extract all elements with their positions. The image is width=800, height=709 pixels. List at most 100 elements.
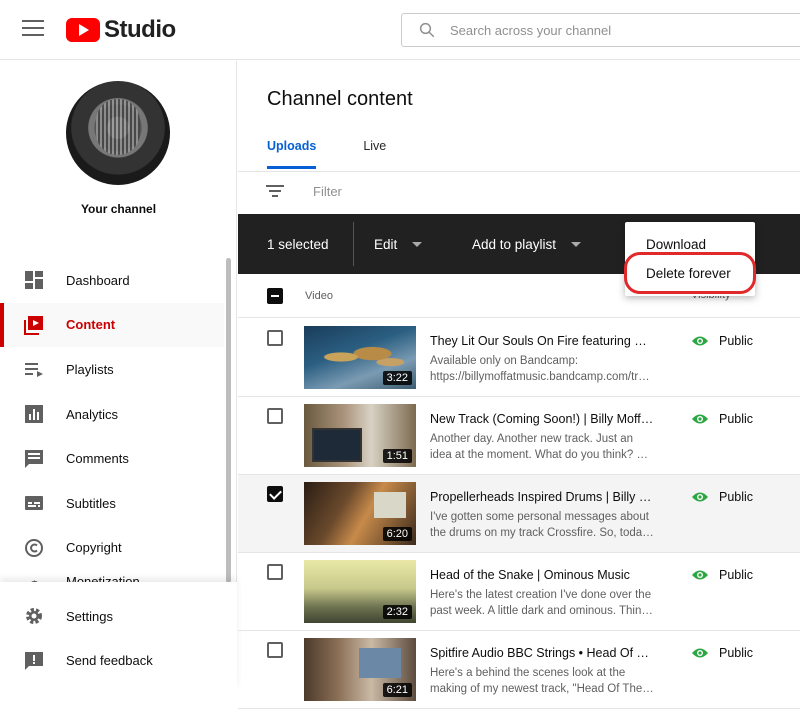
sidebar-item-label: Playlists — [66, 361, 114, 377]
filter-input[interactable]: Filter — [313, 184, 342, 199]
video-thumbnail[interactable]: 3:22 — [304, 326, 416, 389]
sidebar-item-content[interactable]: Content — [0, 302, 224, 348]
column-header-video[interactable]: Video — [305, 290, 333, 302]
eye-icon — [692, 492, 708, 502]
video-duration: 1:51 — [382, 449, 412, 463]
sidebar-item-label: Analytics — [66, 406, 119, 422]
sidebar-item-analytics[interactable]: Analytics — [0, 392, 224, 437]
visibility-status[interactable]: Public — [691, 412, 753, 426]
search-box[interactable] — [401, 13, 800, 47]
select-all-checkbox[interactable] — [267, 287, 283, 304]
sidebar-nav: Dashboard Content Playlists Analytics Co… — [0, 258, 224, 592]
channel-avatar[interactable] — [66, 81, 170, 185]
video-thumbnail[interactable]: 6:20 — [304, 482, 416, 545]
sidebar-item-settings[interactable]: Settings — [0, 594, 237, 639]
description-line: past week. A little dark and ominous. Th… — [430, 605, 654, 617]
sidebar-item-label: Comments — [66, 451, 129, 467]
video-list: 3:22 They Lit Our Souls On Fire featurin… — [238, 319, 800, 709]
sidebar-item-send-feedback[interactable]: Send feedback — [0, 639, 237, 684]
row-checkbox[interactable] — [267, 564, 283, 580]
hamburger-menu-icon[interactable] — [22, 20, 44, 38]
video-title[interactable]: New Track (Coming Soon!) | Billy Moffat … — [430, 412, 654, 426]
visibility-status[interactable]: Public — [691, 646, 753, 660]
video-thumbnail[interactable]: 1:51 — [304, 404, 416, 467]
video-title[interactable]: They Lit Our Souls On Fire featuring Mik… — [430, 334, 654, 348]
table-row[interactable]: 1:51 New Track (Coming Soon!) | Billy Mo… — [238, 397, 800, 475]
sidebar-bottom: Settings Send feedback — [0, 582, 237, 690]
row-checkbox[interactable] — [267, 330, 283, 346]
selected-count: 1 selected — [267, 236, 329, 252]
menu-item-download[interactable]: Download — [625, 230, 755, 259]
youtube-play-icon — [66, 18, 100, 42]
feedback-icon — [22, 649, 46, 673]
chevron-down-icon — [412, 241, 423, 247]
playlists-icon — [22, 357, 46, 381]
sidebar-item-copyright[interactable]: Copyright — [0, 526, 224, 571]
description-line: I've gotten some personal messages about — [430, 511, 649, 523]
visibility-label: Public — [719, 334, 754, 348]
visibility-label: Public — [719, 568, 754, 582]
sidebar: Your channel Dashboard Content Playlists… — [0, 61, 237, 690]
eye-icon — [692, 648, 708, 658]
edit-label: Edit — [374, 236, 398, 252]
visibility-label: Public — [719, 490, 754, 504]
gear-icon — [22, 604, 46, 628]
visibility-status[interactable]: Public — [691, 334, 753, 348]
menu-item-delete-forever[interactable]: Delete forever — [625, 259, 755, 288]
row-checkbox[interactable] — [267, 408, 283, 424]
visibility-status[interactable]: Public — [691, 568, 753, 582]
table-row[interactable]: 3:22 They Lit Our Souls On Fire featurin… — [238, 319, 800, 397]
sidebar-item-label: Copyright — [66, 540, 122, 556]
search-input[interactable] — [450, 22, 770, 38]
tab-uploads[interactable]: Uploads — [267, 139, 317, 169]
video-description: Available only on Bandcamp: https://billy… — [430, 353, 654, 385]
visibility-status[interactable]: Public — [691, 490, 753, 504]
studio-logo[interactable]: Studio — [66, 16, 176, 44]
description-line: https://billymoffatmusic.bandcamp.com/tr… — [430, 371, 654, 383]
sidebar-item-label: Content — [66, 317, 116, 333]
sidebar-item-playlists[interactable]: Playlists — [0, 347, 224, 392]
table-row[interactable]: 6:20 Propellerheads Inspired Drums | Bil… — [238, 475, 800, 553]
visibility-label: Public — [719, 646, 754, 660]
sidebar-item-dashboard[interactable]: Dashboard — [0, 258, 224, 303]
sidebar-item-subtitles[interactable]: Subtitles — [0, 481, 224, 526]
filter-bar[interactable]: Filter — [265, 183, 342, 199]
video-duration: 2:32 — [382, 605, 412, 619]
video-description: Here's a behind the scenes look at the ma… — [430, 665, 654, 697]
sidebar-item-label: Dashboard — [66, 272, 130, 288]
tab-live[interactable]: Live — [363, 139, 386, 169]
eye-icon — [692, 570, 708, 580]
sidebar-item-comments[interactable]: Comments — [0, 436, 224, 481]
description-line: Available only on Bandcamp: — [430, 355, 579, 367]
page-title: Channel content — [267, 88, 413, 110]
add-to-playlist-label: Add to playlist — [472, 236, 557, 252]
content-tabs: Uploads Live — [267, 139, 433, 169]
add-to-playlist-button[interactable]: Add to playlist — [472, 236, 582, 252]
row-checkbox[interactable] — [267, 486, 283, 502]
top-bar: Studio — [0, 0, 800, 60]
table-row[interactable]: 6:21 Spitfire Audio BBC Strings • Head O… — [238, 631, 800, 709]
dashboard-icon — [22, 268, 46, 292]
video-title[interactable]: Head of the Snake | Ominous Music — [430, 568, 654, 582]
video-description: Another day. Another new track. Just an i… — [430, 431, 654, 463]
video-description: Here's the latest creation I've done ove… — [430, 587, 654, 619]
video-thumbnail[interactable]: 2:32 — [304, 560, 416, 623]
description-line: Here's the latest creation I've done ove… — [430, 589, 652, 601]
main-content: Channel content Uploads Live Filter 1 se… — [238, 61, 800, 709]
sidebar-item-label: Settings — [66, 608, 113, 624]
search-icon — [419, 22, 435, 38]
analytics-icon — [22, 402, 46, 426]
video-thumbnail[interactable]: 6:21 — [304, 638, 416, 701]
row-checkbox[interactable] — [267, 642, 283, 658]
video-title[interactable]: Spitfire Audio BBC Strings • Head Of The… — [430, 646, 654, 660]
visibility-label: Public — [719, 412, 754, 426]
video-duration: 6:20 — [382, 527, 412, 541]
channel-label: Your channel — [80, 202, 157, 216]
video-title[interactable]: Propellerheads Inspired Drums | Billy Mo… — [430, 490, 654, 504]
logo-text: Studio — [104, 16, 176, 43]
table-row[interactable]: 2:32 Head of the Snake | Ominous Music H… — [238, 553, 800, 631]
subtitles-icon — [22, 491, 46, 515]
more-actions-menu: Download Delete forever — [625, 222, 755, 296]
sidebar-scrollbar[interactable] — [226, 258, 231, 583]
edit-button[interactable]: Edit — [374, 237, 452, 252]
